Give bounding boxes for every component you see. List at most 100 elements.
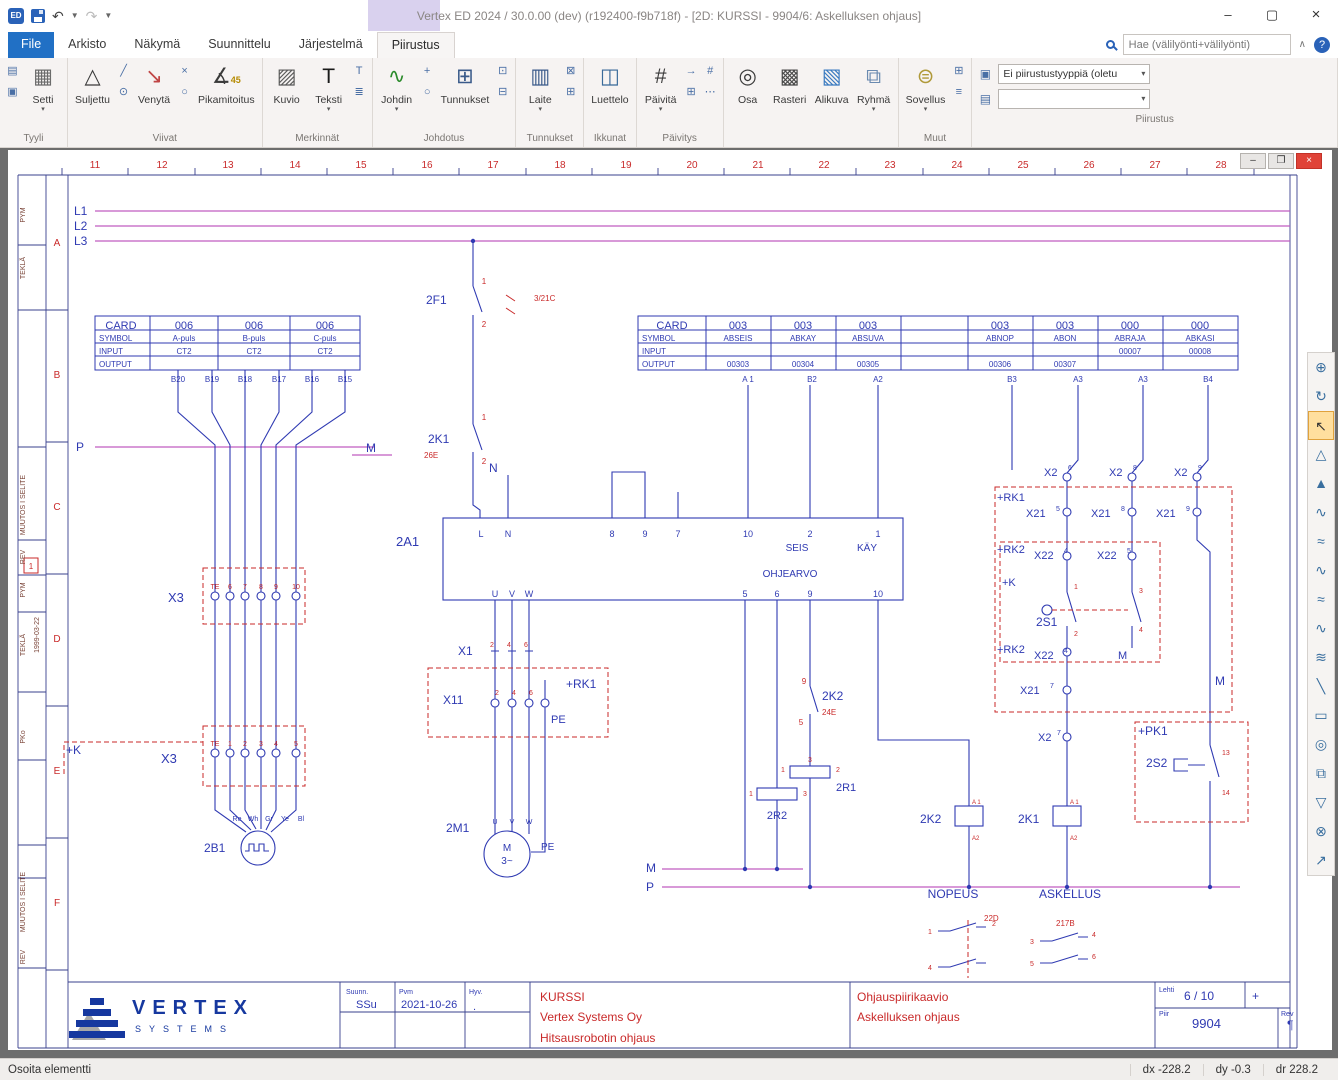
schematic-label: +PK1 <box>1138 724 1168 738</box>
ryhma-button[interactable]: ⧉Ryhmä▾ <box>853 60 895 126</box>
kuvio-button[interactable]: ▨Kuvio <box>266 60 308 126</box>
johdin-icon: ∿ <box>388 62 406 94</box>
close-button[interactable]: × <box>1294 0 1338 32</box>
export-tool[interactable]: ↗ <box>1308 846 1334 875</box>
schematic-label: 5 <box>1056 506 1060 513</box>
spline-tool-3[interactable]: ∿ <box>1308 556 1334 585</box>
tab-arkisto[interactable]: Arkisto <box>54 32 120 58</box>
mdi-restore-button[interactable]: ❐ <box>1268 153 1294 169</box>
tag-a-icon[interactable]: ⊡ <box>494 63 511 80</box>
spline-tool-2[interactable]: ≈ <box>1308 527 1334 556</box>
schematic-label: KURSSI <box>540 990 585 1004</box>
wire-node-icon[interactable]: ○ <box>419 84 436 101</box>
schematic-label: 9 <box>802 677 807 686</box>
schematic-label: 006 <box>245 320 263 332</box>
update-num-icon[interactable]: # <box>702 63 719 80</box>
schematic-label: 8 <box>259 584 263 591</box>
search-input[interactable] <box>1123 34 1291 55</box>
pikamitoitus-button[interactable]: ∡45Pikamitoitus <box>194 60 259 126</box>
schematic-label: 2S2 <box>1146 756 1168 770</box>
spline-tool-4[interactable]: ≈ <box>1308 585 1334 614</box>
line-o-icon[interactable]: ○ <box>176 84 193 101</box>
drawing-canvas[interactable]: 111213141516171819202122232425262728ABCD… <box>8 150 1332 1050</box>
schematic-svg[interactable]: 111213141516171819202122232425262728ABCD… <box>8 150 1332 1050</box>
johdin-button[interactable]: ∿Johdin▾ <box>376 60 418 126</box>
mdi-close-button[interactable]: × <box>1296 153 1322 169</box>
schematic-label: 26E <box>424 451 438 460</box>
text-lines-icon[interactable]: ≣ <box>351 84 368 101</box>
spline-tool-1[interactable]: ∿ <box>1308 498 1334 527</box>
tag-b-icon[interactable]: ⊟ <box>494 84 511 101</box>
drawing-type-secondary-select[interactable]: ▾ <box>998 89 1150 109</box>
zoom-tool[interactable]: ◎ <box>1308 730 1334 759</box>
device-grid-icon[interactable]: ⊞ <box>562 84 579 101</box>
schematic-label: B-puls <box>243 334 266 343</box>
update-more-icon[interactable]: ⋯ <box>702 84 719 101</box>
rasteri-button[interactable]: ▩Rasteri <box>769 60 811 126</box>
teksti-button[interactable]: TTeksti▾ <box>308 60 350 126</box>
wire-plus-icon[interactable]: + <box>419 63 436 80</box>
luettelo-button[interactable]: ◫Luettelo <box>587 60 632 126</box>
sovellus-button[interactable]: ⊜Sovellus▾ <box>902 60 950 126</box>
help-icon[interactable]: ? <box>1314 37 1330 53</box>
drawing-type-select[interactable]: Ei piirustustyyppiä (oletu▾ <box>998 64 1150 84</box>
minimize-button[interactable]: – <box>1206 0 1250 32</box>
drawing-type-secondary-select-icon[interactable]: ▤ <box>977 92 993 106</box>
pin-tool[interactable]: ⊕ <box>1308 353 1334 382</box>
osa-button[interactable]: ◎Osa <box>727 60 769 126</box>
ribbon-group-merkinnät: ▨KuvioTTeksti▾T≣Merkinnät <box>263 58 373 147</box>
rotate-tool[interactable]: ↻ <box>1308 382 1334 411</box>
tunnukset-johdotus-button[interactable]: ⊞Tunnukset <box>437 60 494 126</box>
line-tool[interactable]: ╲ <box>1308 672 1334 701</box>
schematic-label: A 1 <box>972 800 981 806</box>
alikuva-button[interactable]: ▧Alikuva <box>811 60 853 126</box>
triangle-tool[interactable]: △ <box>1308 440 1334 469</box>
paivita-button[interactable]: #Päivitä▾ <box>640 60 682 126</box>
spline-tool-6[interactable]: ≋ <box>1308 643 1334 672</box>
copy-tool[interactable]: ⧉ <box>1308 759 1334 788</box>
schematic-label: 1 <box>482 277 487 286</box>
schematic-label: B18 <box>238 375 253 384</box>
filter-tool[interactable]: ▽ <box>1308 788 1334 817</box>
update-run-icon[interactable]: → <box>683 63 700 80</box>
schematic-labels: 111213141516171819202122232425262728ABCD… <box>19 160 1294 1045</box>
setti-button[interactable]: ▦Setti▾ <box>22 60 64 126</box>
tab-file[interactable]: File <box>8 32 54 58</box>
style-brush-icon[interactable]: ▤ <box>4 63 21 80</box>
delete-tool[interactable]: ⊗ <box>1308 817 1334 846</box>
line-circle-icon[interactable]: ⊙ <box>115 84 132 101</box>
mdi-minimize-button[interactable]: – <box>1240 153 1266 169</box>
update-grid-icon[interactable]: ⊞ <box>683 84 700 101</box>
tab-piirustus[interactable]: Piirustus <box>377 32 455 58</box>
collapse-ribbon-icon[interactable]: ∧ <box>1299 39 1306 50</box>
style-clipboard-icon[interactable]: ▣ <box>4 84 21 101</box>
spline-tool-5[interactable]: ∿ <box>1308 614 1334 643</box>
tab-näkymä[interactable]: Näkymä <box>120 32 194 58</box>
venyta-button[interactable]: ↘Venytä <box>133 60 175 126</box>
small-icon-column: →⊞ <box>682 60 701 104</box>
schematic-label: 000 <box>1191 320 1209 332</box>
schematic-label: 9 <box>807 589 812 599</box>
misc-list-icon[interactable]: ≡ <box>950 84 967 101</box>
schematic-label: 2K1 <box>1018 812 1040 826</box>
schematic-label: Re <box>233 816 242 823</box>
misc-grid-icon[interactable]: ⊞ <box>950 63 967 80</box>
suljettu-button[interactable]: △Suljettu <box>71 60 114 126</box>
laite-button[interactable]: ▥Laite▾ <box>519 60 561 126</box>
device-x-icon[interactable]: ⊠ <box>562 63 579 80</box>
tab-suunnittelu[interactable]: Suunnittelu <box>194 32 285 58</box>
rect-select-tool[interactable]: ▭ <box>1308 701 1334 730</box>
maximize-button[interactable]: ▢ <box>1250 0 1294 32</box>
drawing-type-select-icon[interactable]: ▣ <box>977 67 993 81</box>
text-edit-icon[interactable]: T <box>351 63 368 80</box>
schematic-label: ¶ <box>1287 1018 1293 1032</box>
line-x-icon[interactable]: × <box>176 63 193 80</box>
schematic-label: M <box>1118 650 1127 662</box>
schematic-label: X22 <box>1034 650 1054 662</box>
tab-järjestelmä[interactable]: Järjestelmä <box>285 32 377 58</box>
filled-triangle-tool[interactable]: ▲ <box>1308 469 1334 498</box>
schematic-label: PKo <box>20 730 27 743</box>
line-pen-icon[interactable]: ╱ <box>115 63 132 80</box>
schematic-label: 2 <box>490 642 494 649</box>
select-tool[interactable]: ↖ <box>1308 411 1334 440</box>
